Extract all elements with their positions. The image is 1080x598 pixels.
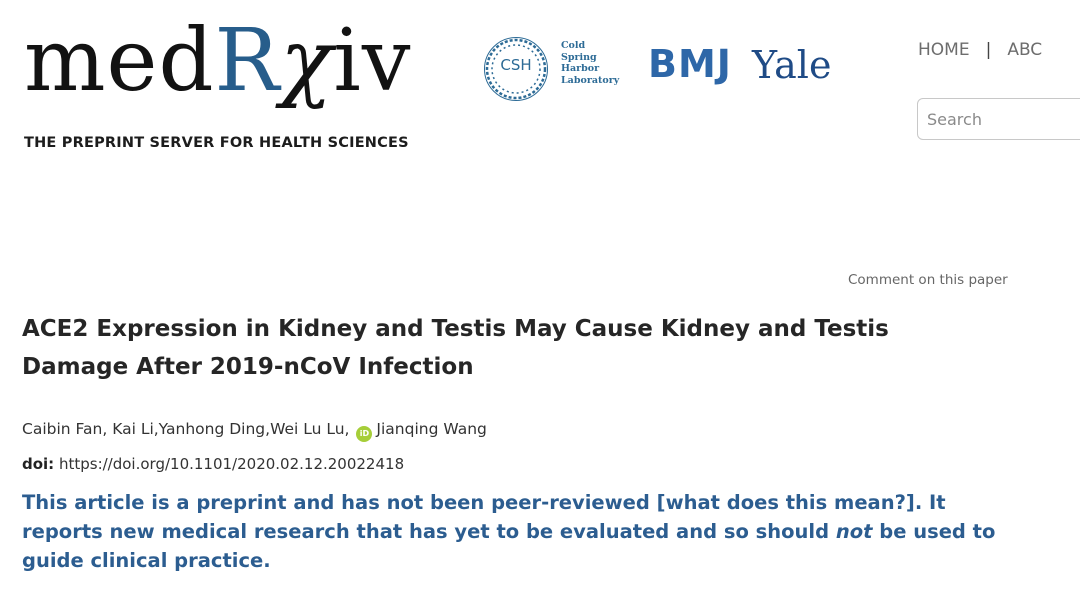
logo-r: R [214, 11, 281, 111]
csh-line-3: Harbor [561, 63, 600, 74]
comment-on-paper-link[interactable]: Comment on this paper [848, 272, 1008, 288]
csh-logo[interactable]: CSH Cold Spring Harbor Laboratory [483, 36, 628, 104]
logo-med: med [24, 11, 215, 111]
doi-line: doi: https://doi.org/10.1101/2020.02.12.… [22, 455, 404, 473]
author-list: Caibin Fan, Kai Li,Yanhong Ding,Wei Lu L… [22, 420, 487, 442]
author-jianqing-wang: Jianqing Wang [376, 420, 487, 438]
csh-line-1: Cold [561, 40, 586, 51]
top-nav: HOME | ABC [918, 40, 1042, 60]
search-input[interactable] [918, 99, 1077, 139]
doi-link[interactable]: https://doi.org/10.1101/2020.02.12.20022… [59, 455, 404, 473]
doi-label: doi: [22, 455, 55, 473]
nav-about-link[interactable]: ABC [1007, 40, 1042, 60]
csh-mark: CSH [500, 56, 532, 74]
preprint-notice: This article is a preprint and has not b… [22, 488, 1022, 575]
medrxiv-logo[interactable]: medRχiv [24, 18, 411, 104]
orcid-icon[interactable]: iD [356, 426, 373, 442]
logo-chi: χ [280, 11, 334, 111]
csh-name: Cold Spring Harbor Laboratory [561, 40, 619, 86]
notice-not-emphasis: not [835, 520, 873, 543]
logo-iv: iv [333, 11, 412, 111]
csh-line-2: Spring [561, 51, 597, 63]
authors-text: Caibin Fan, Kai Li,Yanhong Ding,Wei Lu L… [22, 420, 350, 438]
search-box [917, 98, 1080, 140]
nav-separator: | [985, 40, 992, 60]
site-tagline: THE PREPRINT SERVER FOR HEALTH SCIENCES [24, 135, 409, 151]
csh-line-4: Laboratory [561, 74, 620, 86]
article-title: ACE2 Expression in Kidney and Testis May… [22, 316, 889, 380]
bmj-logo[interactable]: BMJ [648, 42, 732, 86]
what-does-this-mean-link[interactable]: [what does this mean?] [657, 491, 915, 514]
yale-logo[interactable]: Yale [752, 43, 831, 87]
notice-text-1: This article is a preprint and has not b… [22, 491, 657, 514]
nav-home-link[interactable]: HOME [918, 40, 970, 60]
